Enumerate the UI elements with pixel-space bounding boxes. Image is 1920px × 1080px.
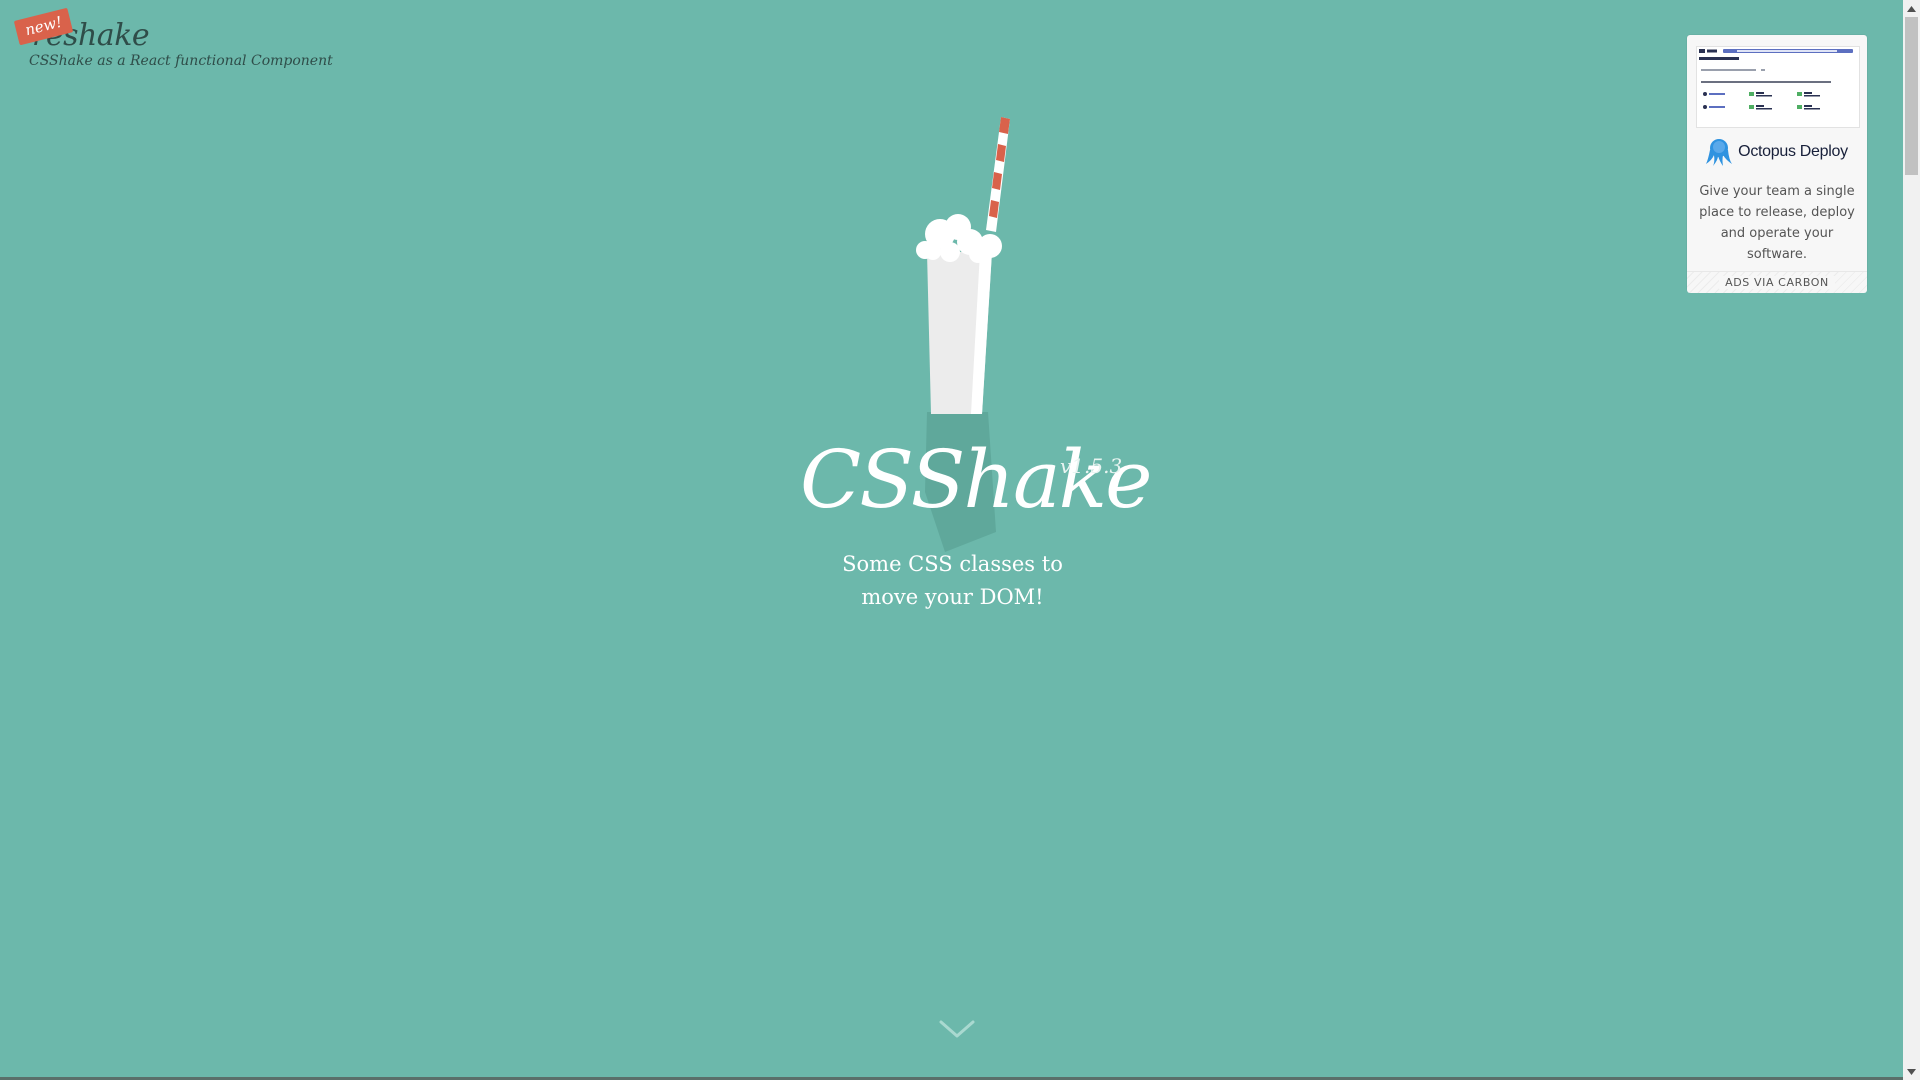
- vertical-scrollbar[interactable]: [1903, 0, 1920, 1080]
- page-title: CSShake: [800, 433, 1152, 526]
- octopus-icon: [1706, 139, 1733, 166]
- ad-image[interactable]: [1696, 46, 1860, 128]
- tagline: Some CSS classes to move your DOM!: [820, 548, 1085, 614]
- ads-via-carbon-label: ADS VIA CARBON: [1719, 276, 1835, 289]
- ad-logo[interactable]: Octopus Deploy: [1687, 134, 1867, 170]
- scroll-up-arrow-icon[interactable]: [1903, 0, 1920, 17]
- scroll-down-arrow-icon[interactable]: [1903, 1063, 1920, 1080]
- ad-description[interactable]: Give your team a single place to release…: [1697, 181, 1857, 265]
- tagline-line-2: move your DOM!: [861, 585, 1044, 609]
- chevron-down-icon[interactable]: [938, 1018, 976, 1042]
- page: new! reshake CSShake as a React function…: [0, 0, 1920, 1080]
- viewport: new! reshake CSShake as a React function…: [0, 0, 1903, 1077]
- reshake-promo-link[interactable]: new! reshake CSShake as a React function…: [13, 7, 333, 74]
- straw: [986, 117, 1010, 232]
- carbon-ad: Octopus Deploy Give your team a single p…: [1687, 35, 1867, 293]
- reshake-subtitle: CSShake as a React functional Component: [29, 53, 333, 69]
- ads-via-carbon-link[interactable]: ADS VIA CARBON: [1687, 271, 1867, 293]
- ad-brand: Octopus Deploy: [1738, 143, 1848, 160]
- version-label: v1.5.3: [1060, 454, 1123, 478]
- scrollbar-thumb[interactable]: [1905, 17, 1918, 175]
- tagline-line-1: Some CSS classes to: [842, 552, 1063, 576]
